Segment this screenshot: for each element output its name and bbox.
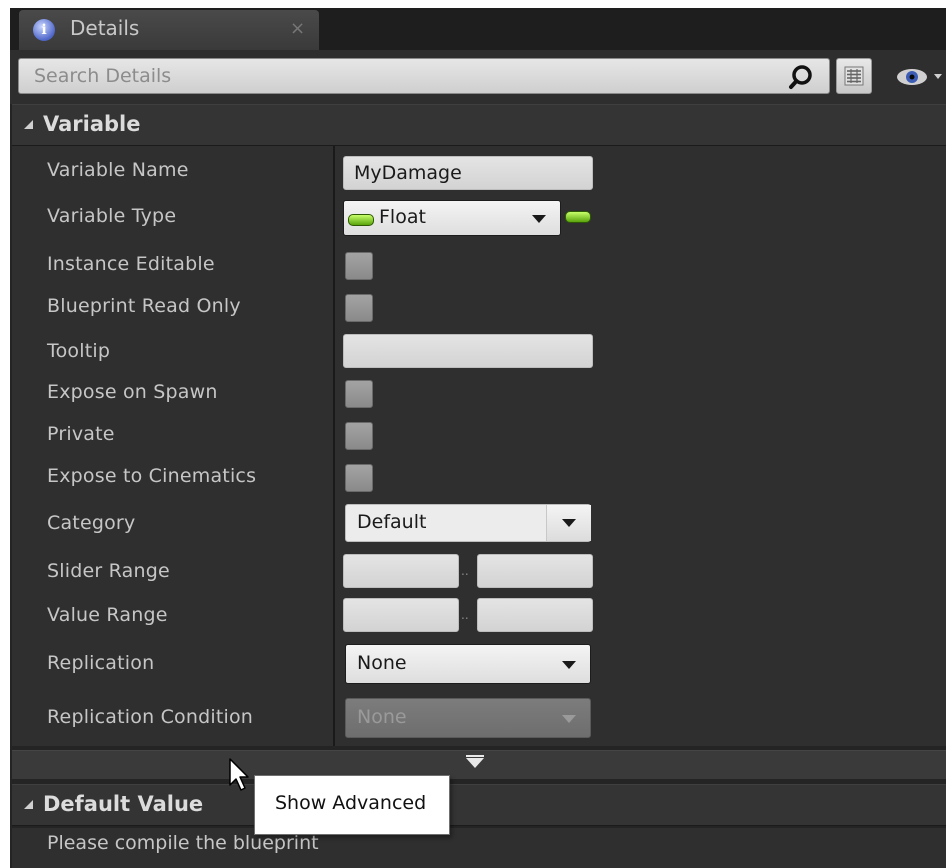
variable-name-field[interactable]: MyDamage — [343, 156, 593, 190]
tab-details[interactable]: i Details × — [19, 10, 319, 50]
section-title: Variable — [43, 112, 141, 136]
property-row-expose-to-cinematics: Expose to Cinematics — [12, 460, 946, 498]
category-value: Default — [357, 511, 427, 533]
category-dropdown-button[interactable] — [546, 505, 591, 541]
variable-type-value: Float — [379, 206, 426, 228]
tab-bar: i Details × — [10, 8, 946, 50]
property-row-category: Category Default — [12, 504, 946, 546]
variable-section-header[interactable]: Variable — [12, 104, 946, 146]
property-label: Tooltip — [47, 340, 111, 362]
chevron-down-icon — [562, 661, 576, 669]
property-row-private: Private — [12, 418, 946, 456]
replication-condition-dropdown: None — [345, 698, 591, 738]
slider-range-max-field[interactable] — [477, 554, 593, 588]
container-type-pin-icon[interactable] — [565, 211, 591, 223]
property-label: Blueprint Read Only — [47, 295, 241, 317]
mouse-cursor-icon — [229, 758, 249, 791]
property-label: Instance Editable — [47, 253, 215, 275]
chevron-down-icon — [532, 215, 546, 223]
category-combo[interactable]: Default — [345, 504, 591, 542]
expand-arrow-icon — [466, 758, 484, 768]
range-separator: .. — [461, 608, 469, 622]
collapse-arrow-icon — [24, 120, 33, 129]
slider-range-min-field[interactable] — [343, 554, 459, 588]
property-row-blueprint-read-only: Blueprint Read Only — [12, 290, 946, 328]
search-icon[interactable] — [788, 64, 814, 90]
property-label: Slider Range — [47, 560, 170, 582]
property-label: Category — [47, 512, 136, 534]
compile-message: Please compile the blueprint — [47, 832, 319, 854]
property-row-variable-type: Variable Type Float — [12, 198, 946, 238]
private-checkbox[interactable] — [345, 422, 373, 450]
property-row-slider-range: Slider Range .. — [12, 552, 946, 592]
value-range-min-field[interactable] — [343, 598, 459, 632]
property-row-tooltip: Tooltip — [12, 332, 946, 372]
default-value-section-header[interactable]: Default Value — [12, 784, 946, 826]
replication-value: None — [357, 652, 407, 674]
property-label: Variable Name — [47, 159, 189, 181]
property-label: Value Range — [47, 604, 168, 626]
tooltip-text: Show Advanced — [275, 792, 427, 814]
grid-icon — [844, 66, 864, 86]
show-advanced-button[interactable] — [12, 750, 946, 779]
property-label: Expose to Cinematics — [47, 465, 257, 487]
view-options-button[interactable] — [836, 58, 872, 94]
range-separator: .. — [461, 564, 469, 578]
chevron-down-icon — [562, 519, 576, 527]
tooltip: Show Advanced — [254, 775, 450, 835]
expand-advanced-icon — [466, 755, 484, 757]
float-pin-icon — [348, 214, 374, 226]
replication-condition-value: None — [357, 706, 407, 728]
property-row-replication-condition: Replication Condition None — [12, 696, 946, 740]
details-panel: i Details × Search Details Variable Vari… — [10, 8, 946, 868]
chevron-down-icon — [562, 715, 576, 723]
replication-dropdown[interactable]: None — [345, 644, 591, 684]
search-bar — [10, 50, 946, 104]
property-label: Replication — [47, 652, 155, 674]
tab-title: Details — [70, 16, 140, 40]
tab-close-button[interactable]: × — [290, 18, 305, 39]
property-row-variable-name: Variable Name MyDamage — [12, 154, 946, 190]
property-label: Expose on Spawn — [47, 381, 218, 403]
search-input[interactable] — [18, 58, 830, 94]
property-row-instance-editable: Instance Editable — [12, 248, 946, 286]
eye-icon[interactable] — [890, 60, 946, 94]
instance-editable-checkbox[interactable] — [345, 252, 373, 280]
blueprint-read-only-checkbox[interactable] — [345, 294, 373, 322]
expose-to-cinematics-checkbox[interactable] — [345, 464, 373, 492]
variable-type-dropdown[interactable]: Float — [343, 200, 561, 236]
tooltip-field[interactable] — [343, 334, 593, 368]
default-value-section-body: Please compile the blueprint — [12, 828, 946, 868]
property-label: Private — [47, 423, 115, 445]
info-icon: i — [33, 19, 55, 41]
property-row-expose-on-spawn: Expose on Spawn — [12, 376, 946, 414]
property-row-replication: Replication None — [12, 642, 946, 686]
value-range-max-field[interactable] — [477, 598, 593, 632]
collapse-arrow-icon — [24, 800, 33, 809]
property-row-value-range: Value Range .. — [12, 596, 946, 636]
expose-on-spawn-checkbox[interactable] — [345, 380, 373, 408]
property-label: Variable Type — [47, 205, 177, 227]
property-label: Replication Condition — [47, 706, 254, 728]
section-title: Default Value — [43, 792, 204, 816]
